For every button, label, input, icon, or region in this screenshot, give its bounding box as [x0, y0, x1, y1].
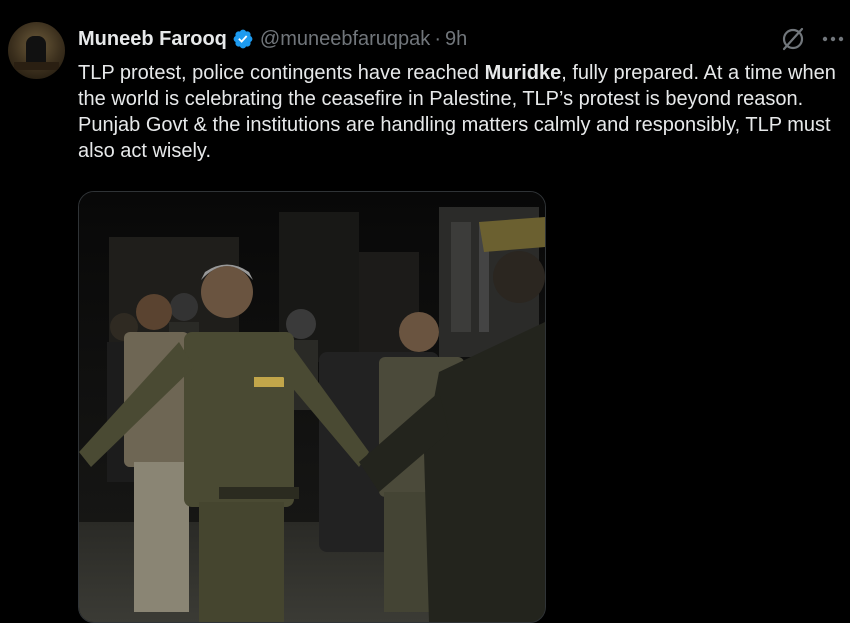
author-name[interactable]: Muneeb Farooq	[78, 28, 227, 51]
verified-badge-icon[interactable]	[232, 28, 254, 50]
separator-dot: ·	[434, 27, 441, 50]
more-options-icon[interactable]	[820, 26, 846, 52]
photo-scene	[79, 192, 545, 622]
tweet-text-part1: TLP protest, police contingents have rea…	[78, 62, 485, 84]
tweet[interactable]: Muneeb Farooq @muneebfaruqpak · 9h TLP p…	[0, 0, 850, 623]
avatar-desk	[14, 62, 59, 70]
avatar[interactable]	[8, 22, 65, 79]
grok-icon[interactable]	[780, 26, 806, 52]
tweet-text-bold[interactable]: Muridke	[485, 62, 562, 84]
tweet-time[interactable]: 9h	[445, 28, 467, 51]
tweet-media-photo[interactable]	[78, 191, 546, 623]
author-handle[interactable]: @muneebfaruqpak	[260, 28, 430, 51]
tweet-header: Muneeb Farooq @muneebfaruqpak · 9h	[78, 24, 467, 54]
tweet-text: TLP protest, police contingents have rea…	[78, 60, 840, 164]
